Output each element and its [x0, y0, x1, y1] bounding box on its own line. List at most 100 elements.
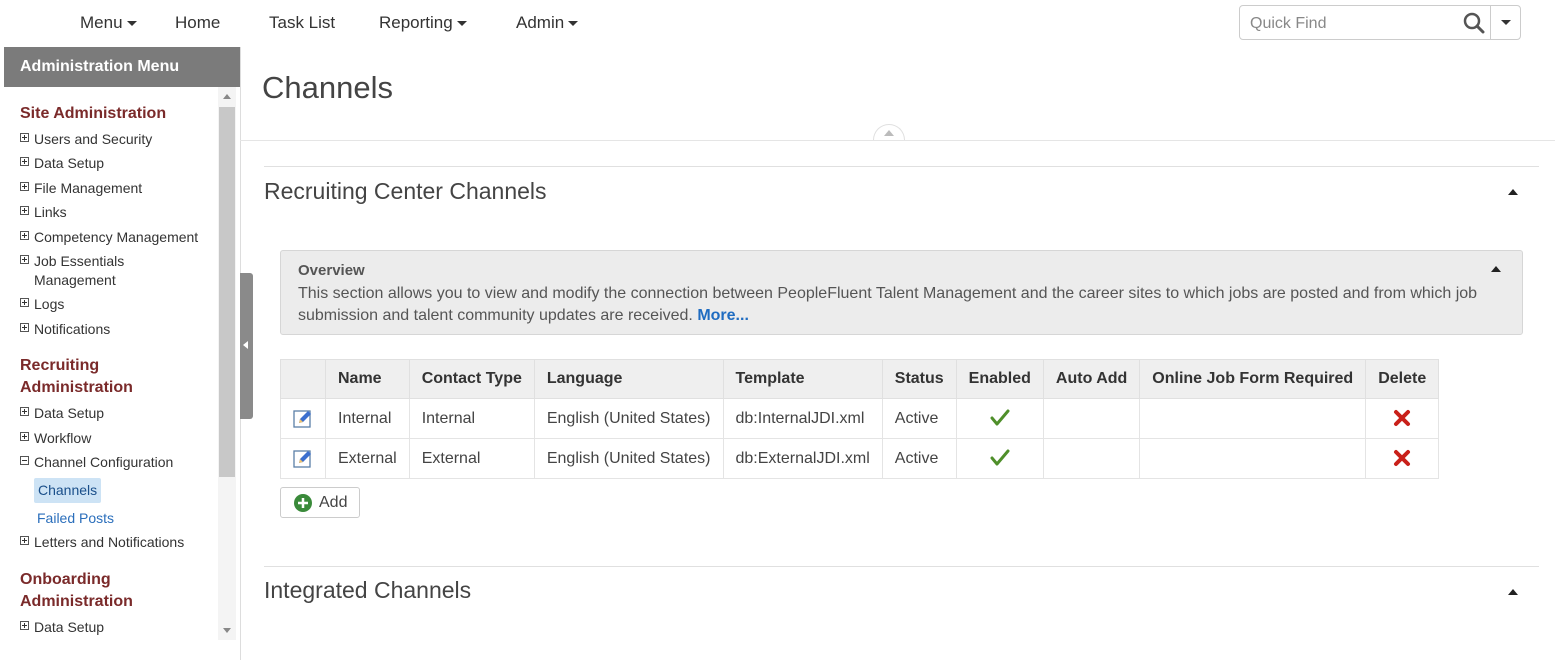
cell-auto-add [1042, 438, 1141, 479]
search-icon[interactable] [1462, 12, 1488, 34]
sidebar-item-workflow[interactable]: Workflow [20, 429, 210, 448]
top-navigation-bar: Menu Home Task List Reporting Admin [0, 0, 1555, 46]
expand-icon[interactable] [20, 621, 29, 630]
sidebar-item-label: Links [34, 204, 67, 220]
expand-icon[interactable] [20, 157, 29, 166]
checkmark-icon [990, 409, 1010, 427]
collapse-section-icon[interactable] [1508, 589, 1518, 595]
column-header-status[interactable]: Status [881, 359, 957, 399]
scroll-up-icon[interactable] [223, 94, 231, 99]
delete-icon[interactable] [1393, 409, 1411, 427]
column-header-online-job-form-required[interactable]: Online Job Form Required [1139, 359, 1367, 399]
collapse-section-icon[interactable] [1508, 189, 1518, 195]
overview-panel: Overview This section allows you to view… [280, 250, 1523, 335]
expand-icon[interactable] [20, 298, 29, 307]
section-recruiting-administration: Recruiting Administration [20, 357, 133, 396]
sidebar-item-label: Channel Configuration [34, 454, 174, 470]
sidebar-item-failed-posts[interactable]: Failed Posts [37, 509, 114, 528]
scrollbar-thumb[interactable] [219, 107, 235, 477]
collapse-icon[interactable] [20, 456, 29, 465]
divider [240, 140, 1555, 141]
sidebar-item-onboarding-data-setup[interactable]: Data Setup [20, 618, 210, 637]
sidebar-item-data-setup[interactable]: Data Setup [20, 154, 210, 173]
sidebar-item-label: Users and Security [34, 131, 153, 147]
cell-enabled [955, 438, 1044, 479]
chevron-down-icon [1501, 20, 1511, 25]
reporting-label: Reporting [379, 13, 453, 32]
cell-template: db:InternalJDI.xml [722, 398, 883, 439]
collapse-overview-icon[interactable] [1491, 266, 1501, 272]
checkmark-icon [990, 449, 1010, 467]
column-header-enabled[interactable]: Enabled [955, 359, 1044, 399]
divider [264, 166, 1539, 167]
edit-icon[interactable] [293, 409, 313, 429]
admin-dropdown[interactable]: Admin [516, 13, 579, 33]
sidebar-item-label: Logs [34, 296, 65, 312]
reporting-dropdown[interactable]: Reporting [379, 13, 467, 33]
expand-icon[interactable] [20, 206, 29, 215]
sidebar-item-label: Data Setup [34, 155, 105, 171]
column-header-name[interactable]: Name [325, 359, 410, 399]
more-link[interactable]: More... [697, 307, 749, 324]
quick-find-box [1239, 5, 1521, 40]
cell-delete [1365, 438, 1440, 479]
add-channel-button[interactable]: Add [280, 487, 360, 518]
cell-contact-type: External [408, 438, 535, 479]
sidebar-item-channel-configuration[interactable]: Channel Configuration [20, 453, 210, 472]
nav-task-list-link[interactable]: Task List [269, 13, 335, 33]
cell-name: Internal [325, 398, 410, 439]
sidebar-item-links[interactable]: Links [20, 203, 210, 222]
column-header-language[interactable]: Language [533, 359, 724, 399]
sidebar-item-label: Data Setup [34, 619, 105, 635]
cell-online-job-form-required [1139, 438, 1367, 479]
expand-icon[interactable] [20, 323, 29, 332]
edit-cell [280, 398, 326, 439]
sidebar-item-job-essentials-management[interactable]: Job Essentials Management [20, 252, 210, 290]
expand-icon[interactable] [20, 133, 29, 142]
cell-online-job-form-required [1139, 398, 1367, 439]
quick-find-input[interactable] [1248, 12, 1452, 36]
expand-icon[interactable] [20, 182, 29, 191]
add-button-label: Add [319, 494, 348, 511]
add-circle-icon [294, 494, 312, 512]
nav-home-link[interactable]: Home [175, 13, 220, 33]
edit-column-header [280, 359, 326, 399]
sidebar-scrollbar[interactable] [218, 87, 236, 640]
column-header-delete[interactable]: Delete [1365, 359, 1440, 399]
scroll-down-icon[interactable] [223, 628, 231, 633]
section-onboarding-administration: Onboarding Administration [20, 571, 133, 610]
sidebar-collapse-handle[interactable] [240, 273, 253, 419]
expand-icon[interactable] [20, 255, 29, 264]
sidebar-item-users-and-security[interactable]: Users and Security [20, 130, 210, 149]
column-header-template[interactable]: Template [722, 359, 883, 399]
sidebar-item-logs[interactable]: Logs [20, 295, 210, 314]
expand-icon[interactable] [20, 231, 29, 240]
sidebar-item-competency-management[interactable]: Competency Management [20, 228, 210, 247]
delete-icon[interactable] [1393, 449, 1411, 467]
overview-title: Overview [298, 262, 365, 279]
sidebar-item-notifications[interactable]: Notifications [20, 320, 210, 339]
sidebar-item-recruiting-data-setup[interactable]: Data Setup [20, 404, 210, 423]
edit-icon[interactable] [293, 449, 313, 469]
expand-icon[interactable] [20, 536, 29, 545]
column-header-contact-type[interactable]: Contact Type [408, 359, 535, 399]
column-header-auto-add[interactable]: Auto Add [1042, 359, 1141, 399]
header-collapse-toggle[interactable] [873, 124, 905, 140]
chevron-down-icon [456, 21, 467, 27]
menu-dropdown[interactable]: Menu [80, 13, 137, 33]
administration-sidebar: Administration Menu Site Administration … [4, 47, 241, 660]
admin-label: Admin [516, 13, 565, 32]
expand-icon[interactable] [20, 432, 29, 441]
quick-find-options-button[interactable] [1492, 6, 1520, 39]
overview-text: This section allows you to view and modi… [298, 283, 1498, 327]
cell-template: db:ExternalJDI.xml [722, 438, 883, 479]
menu-label: Menu [80, 13, 123, 32]
sidebar-item-channels[interactable]: Channels [34, 478, 102, 503]
expand-icon[interactable] [20, 407, 29, 416]
sidebar-item-label: Competency Management [34, 229, 199, 245]
sidebar-item-file-management[interactable]: File Management [20, 179, 210, 198]
quick-find-divider [1490, 6, 1491, 39]
sidebar-item-label: Data Setup [34, 405, 105, 421]
chevron-down-icon [568, 21, 579, 27]
sidebar-item-letters-and-notifications[interactable]: Letters and Notifications [20, 533, 210, 552]
